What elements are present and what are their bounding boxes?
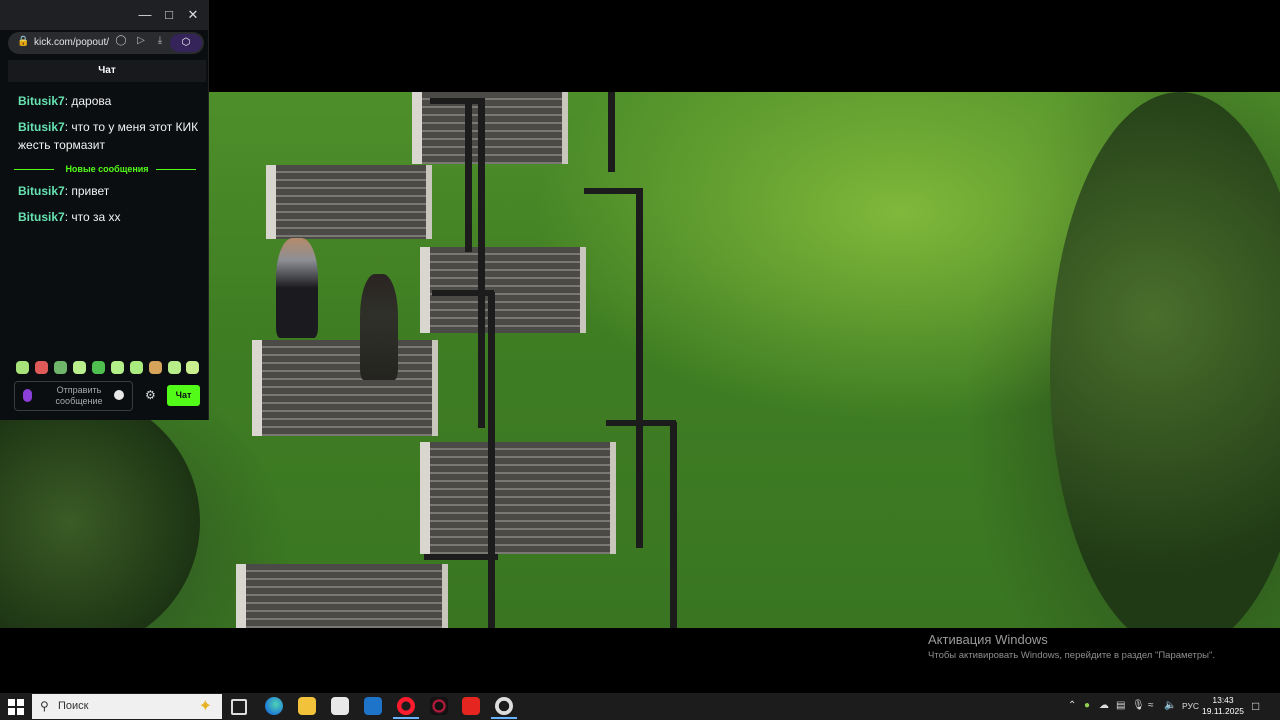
emote-bar [14,361,200,375]
tray-app-icon[interactable]: ▤ [1116,700,1125,711]
volume-icon[interactable]: 🔈 [1164,700,1176,711]
notification-icon[interactable]: □ [1252,699,1259,713]
url-text: kick.com/popout/ [34,37,110,48]
emote-icon[interactable] [54,361,67,374]
microsoft-store-icon[interactable] [331,697,349,715]
staircase-5 [420,442,616,554]
lamp-post [670,422,677,628]
gear-icon[interactable]: ⚙ [145,388,156,402]
chat-username[interactable]: Bitusik7 [18,210,65,224]
close-icon[interactable]: ✕ [184,6,202,24]
new-messages-label: Новые сообщения [62,164,152,174]
activation-title: Активация Windows [928,632,1048,647]
lamp-arm [424,554,498,560]
task-view-icon[interactable] [231,699,247,715]
chat-text: дарова [71,94,112,108]
opera-gx-icon[interactable] [430,697,448,715]
maximize-icon[interactable]: □ [160,6,178,24]
chat-username[interactable]: Bitusik7 [18,94,65,108]
play-icon[interactable]: ▷ [134,35,148,46]
taskbar-search-box[interactable]: ⚲ Поиск ✦ [32,694,222,719]
lock-icon: 🔒 [17,36,30,47]
lamp-arm [584,188,642,194]
search-icon: ⚲ [40,699,49,713]
chat-input[interactable]: Отправить сообщение [14,381,133,411]
search-placeholder: Поиск [58,700,89,712]
chat-input-placeholder: Отправить сообщение [55,385,103,406]
lamp-post [465,102,472,252]
chat-message: Bitusik7: привет [18,184,110,198]
staircase-2 [266,165,432,239]
wifi-icon[interactable]: ≈ [1148,700,1154,711]
lamp-post [636,188,643,548]
person-carrying-bicycle [360,274,398,380]
window-titlebar: — □ ✕ [0,0,208,30]
yandex-browser-icon[interactable] [462,697,480,715]
file-explorer-icon[interactable] [298,697,316,715]
chat-text: привет [71,184,110,198]
chevron-up-icon[interactable]: ⌃ [1068,700,1076,711]
chat-message: Bitusik7: что за хх [18,210,121,224]
language-indicator[interactable]: РУС [1182,701,1199,711]
lamp-post [478,98,485,428]
clock-time: 13:43 [1212,695,1234,705]
emote-icon[interactable] [149,361,162,374]
emote-icon[interactable] [92,361,105,374]
chat-popup-window: — □ ✕ 🔒 kick.com/popout/ ◯ ▷ ⤓ ⬡ Чат Bit… [0,0,209,420]
shield-icon[interactable]: ◯ [114,35,128,46]
taskbar-clock[interactable]: 13:43 19.11.2025 [1200,695,1246,717]
chat-text: что за хх [71,210,121,224]
microphone-icon[interactable] [23,389,32,402]
emote-icon[interactable] [73,361,86,374]
lamp-arm [606,420,676,426]
hedge-left [0,392,200,628]
lamp-post [488,292,495,628]
address-bar[interactable]: 🔒 kick.com/popout/ ◯ ▷ ⤓ ⬡ [8,32,204,54]
emoji-icon[interactable] [114,390,124,400]
windows-activation-watermark: Активация Windows Чтобы активировать Win… [928,632,1215,661]
edge-icon[interactable] [265,697,283,715]
lamp-arm [432,290,494,296]
extension-icon[interactable]: ⬡ [170,34,202,52]
chat-header: Чат [8,60,206,82]
chat-username[interactable]: Bitusik7 [18,120,65,134]
lamp-arm [430,98,484,104]
microphone-icon[interactable]: 🎙 [1132,700,1145,711]
outlook-icon[interactable] [364,697,382,715]
download-icon[interactable]: ⤓ [153,35,167,46]
person-with-bicycle [276,238,318,338]
staircase-4 [252,340,438,436]
opera-icon[interactable] [393,697,419,719]
emote-icon[interactable] [186,361,199,374]
chat-message: Bitusik7: что то у меня этот КИК жесть т… [18,120,199,152]
emote-icon[interactable] [16,361,29,374]
clock-date: 19.11.2025 [1202,706,1244,716]
emote-icon[interactable] [130,361,143,374]
send-chat-button[interactable]: Чат [167,385,200,406]
emote-icon[interactable] [111,361,124,374]
tray-app-icon[interactable]: ● [1084,700,1090,711]
lamp-post [608,92,615,172]
chat-message: Bitusik7: дарова [18,94,112,108]
chat-username[interactable]: Bitusik7 [18,184,65,198]
windows-start-icon[interactable] [8,699,24,715]
copilot-sparkle-icon[interactable]: ✦ [199,696,212,716]
hedge-right [1050,92,1280,628]
minimize-icon[interactable]: — [136,6,154,24]
onedrive-icon[interactable]: ☁ [1099,700,1109,711]
emote-icon[interactable] [168,361,181,374]
taskbar: ⚲ Поиск ✦ ⌃ ● ☁ ▤ 🎙 ≈ 🔈 РУС 13:43 19.11.… [0,693,1280,720]
new-messages-divider: Новые сообщения [14,162,200,176]
chat-messages: Bitusik7: дарова Bitusik7: что то у меня… [14,92,204,234]
emote-icon[interactable] [35,361,48,374]
staircase-6 [236,564,448,628]
activation-subtitle: Чтобы активировать Windows, перейдите в … [928,650,1215,661]
obs-icon[interactable] [491,697,517,719]
